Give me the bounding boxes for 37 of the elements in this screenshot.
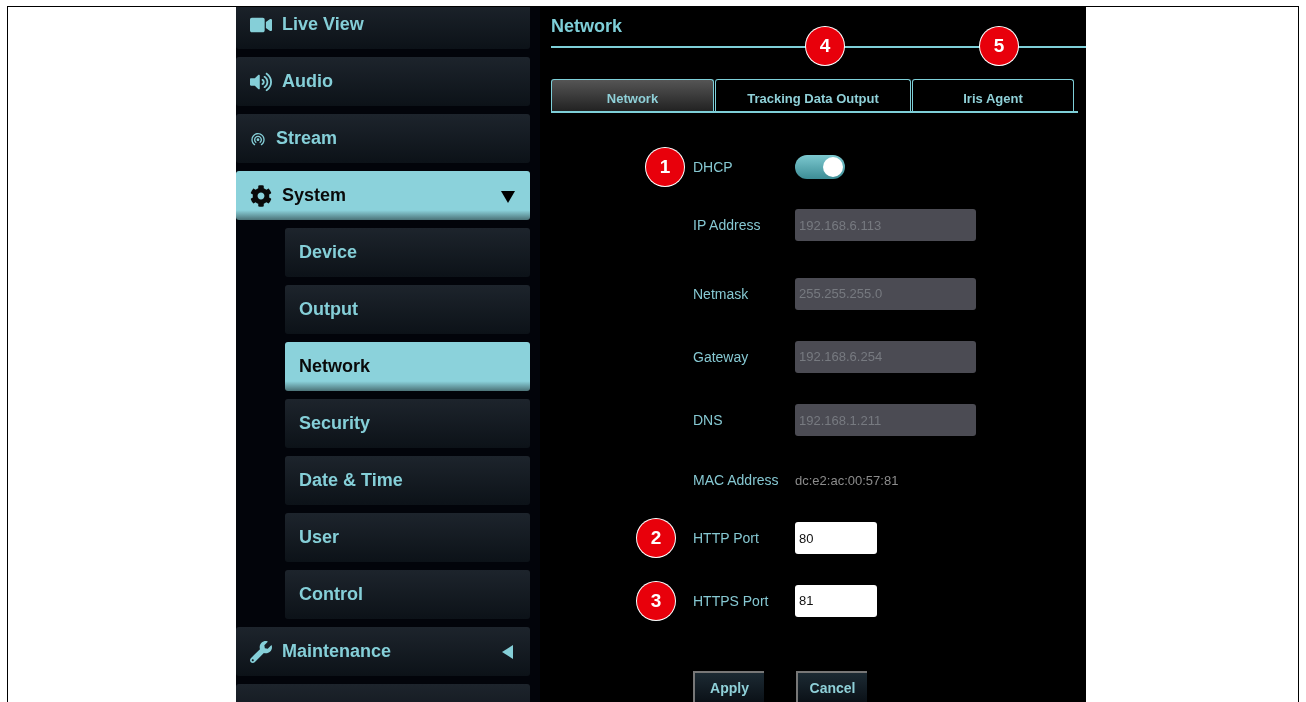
- sidebar-subitem[interactable]: Network: [285, 342, 530, 391]
- toggle-switch[interactable]: [795, 155, 845, 179]
- sidebar-item[interactable]: Live View: [236, 7, 530, 49]
- callout-badge: 1: [646, 148, 684, 186]
- callout-badge: 5: [980, 27, 1018, 65]
- page-title: Network: [551, 15, 622, 38]
- cancel-button[interactable]: Cancel: [796, 671, 867, 702]
- field-label: HTTP Port: [693, 530, 760, 546]
- settings-icon: [250, 184, 272, 207]
- field-label: DHCP: [693, 159, 734, 175]
- tab[interactable]: Network: [551, 79, 714, 111]
- sidebar-subitem[interactable]: User: [285, 513, 530, 562]
- callout-badge: 3: [637, 581, 675, 620]
- sidebar-subitem[interactable]: Output: [285, 285, 530, 334]
- sidebar-item[interactable]: Stream: [236, 114, 530, 163]
- field-label: IP Address: [693, 217, 762, 233]
- wrench-icon: [250, 640, 272, 663]
- field-label: Gateway: [693, 348, 750, 365]
- sidebar-subitem[interactable]: Security: [285, 399, 530, 448]
- sidebar-item[interactable]: Maintenance: [236, 627, 530, 676]
- sidebar-item[interactable]: Audio: [236, 57, 530, 106]
- broadcast-icon: [250, 130, 266, 147]
- sidebar-subitem[interactable]: Device: [285, 228, 530, 277]
- mac-address-value: dc:e2:ac:00:57:81: [795, 472, 899, 488]
- field-label: Netmask: [693, 285, 750, 302]
- field-label: DNS: [693, 412, 724, 428]
- callout-badge: 2: [637, 519, 675, 557]
- input-field[interactable]: 81: [795, 584, 877, 617]
- field-label: MAC Address: [693, 472, 780, 488]
- sidebar-item[interactable]: System: [236, 171, 530, 220]
- apply-button[interactable]: Apply: [693, 671, 764, 702]
- field-label: HTTPS Port: [693, 592, 770, 609]
- sidebar-subitem[interactable]: Control: [285, 570, 530, 619]
- callout-badge: 4: [806, 27, 844, 65]
- input-field[interactable]: 80: [795, 522, 877, 554]
- speaker-icon: [250, 70, 272, 93]
- sidebar-subitem[interactable]: Date & Time: [285, 456, 530, 505]
